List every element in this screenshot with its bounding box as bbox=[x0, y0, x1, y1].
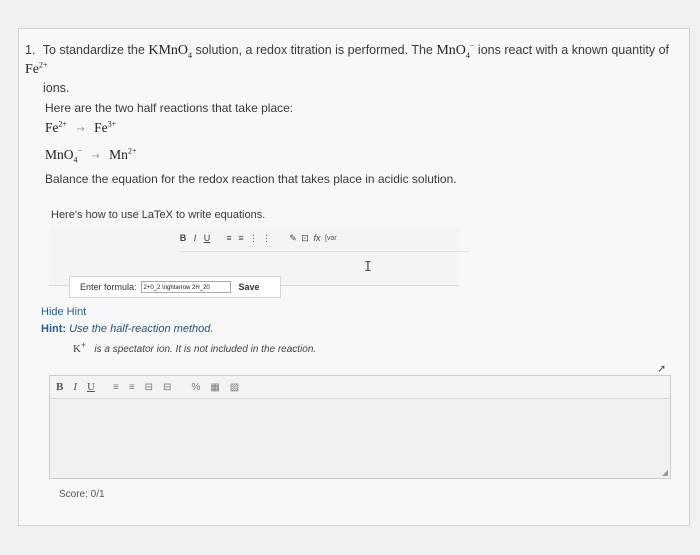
formula-input[interactable]: 2+0_2 \rightarrow 2H_20 bbox=[140, 281, 231, 293]
link-icon[interactable]: ✎ bbox=[289, 233, 297, 244]
half-reactions-intro: Here are the two half reactions that tak… bbox=[45, 101, 294, 115]
outdent-icon[interactable]: ⋮ bbox=[249, 233, 258, 244]
question-text: 1. To standardize the KMnO4 solution, a … bbox=[25, 41, 669, 95]
mno4-formula: MnO4− bbox=[436, 41, 475, 60]
table-icon[interactable]: ▦ bbox=[210, 382, 219, 393]
indent-icon[interactable]: ⊟ bbox=[163, 382, 171, 393]
editor-underline-button[interactable]: U bbox=[87, 381, 95, 393]
answer-editor: B I U ≡ ≡ ⊟ ⊟ % ▦ ▨ ◢ bbox=[49, 375, 671, 479]
latex-toolbar: B I U ≡ ≡ ⋮ ⋮ ✎ ⊡ fx [var bbox=[179, 230, 469, 246]
spectator-note: K+ is a spectator ion. It is not include… bbox=[73, 340, 317, 355]
answer-textarea[interactable] bbox=[50, 399, 670, 478]
ordered-list-icon[interactable]: ≡ bbox=[113, 382, 119, 393]
outdent-icon[interactable]: ⊟ bbox=[145, 382, 153, 393]
underline-button[interactable]: U bbox=[203, 233, 211, 243]
score-text: Score: 0/1 bbox=[59, 489, 105, 500]
editor-bold-button[interactable]: B bbox=[56, 381, 63, 393]
fe2-formula: Fe2+ bbox=[25, 60, 48, 77]
formula-entry-row: Enter formula: 2+0_2 \rightarrow 2H_20 S… bbox=[69, 276, 281, 298]
editor-toolbar: B I U ≡ ≡ ⊟ ⊟ % ▦ ▨ bbox=[50, 376, 670, 399]
indent-icon[interactable]: ⋮ bbox=[262, 233, 271, 244]
question-text-end: ions. bbox=[43, 81, 70, 95]
mouse-pointer-icon: ➚ bbox=[657, 363, 667, 375]
latex-help-title: Here's how to use LaTeX to write equatio… bbox=[51, 209, 266, 221]
text-cursor-icon: I bbox=[364, 260, 372, 275]
kmno4-formula: KMnO4 bbox=[148, 43, 192, 60]
save-button[interactable]: Save bbox=[239, 282, 260, 292]
variable-button[interactable]: [var bbox=[325, 235, 337, 242]
unordered-list-icon[interactable]: ≡ bbox=[237, 233, 245, 243]
italic-button[interactable]: I bbox=[191, 233, 199, 243]
reaction-arrow-icon: → bbox=[91, 151, 100, 162]
hide-hint-link[interactable]: Hide Hint bbox=[41, 306, 86, 318]
toolbar-divider bbox=[179, 251, 469, 252]
half-reaction-1: Fe2+ → Fe3+ bbox=[45, 119, 117, 135]
resize-handle-icon[interactable]: ◢ bbox=[662, 468, 668, 477]
link-icon[interactable]: % bbox=[191, 382, 200, 393]
ordered-list-icon[interactable]: ≡ bbox=[225, 233, 233, 243]
hint-text: Hint: Use the half-reaction method. bbox=[41, 323, 214, 335]
formula-label: Enter formula: bbox=[80, 282, 137, 292]
half-reaction-2: MnO4− → Mn2+ bbox=[45, 146, 137, 165]
editor-italic-button[interactable]: I bbox=[73, 381, 77, 393]
question-number: 1. bbox=[25, 43, 36, 57]
image-icon[interactable]: ▨ bbox=[230, 382, 239, 393]
balance-instruction: Balance the equation for the redox react… bbox=[45, 172, 457, 186]
question-panel: 1. To standardize the KMnO4 solution, a … bbox=[18, 28, 690, 526]
unordered-list-icon[interactable]: ≡ bbox=[129, 382, 135, 393]
reaction-arrow-icon: → bbox=[76, 124, 85, 135]
formula-fx-button[interactable]: fx bbox=[313, 233, 321, 243]
bold-button[interactable]: B bbox=[179, 233, 187, 243]
image-icon[interactable]: ⊡ bbox=[301, 233, 309, 244]
